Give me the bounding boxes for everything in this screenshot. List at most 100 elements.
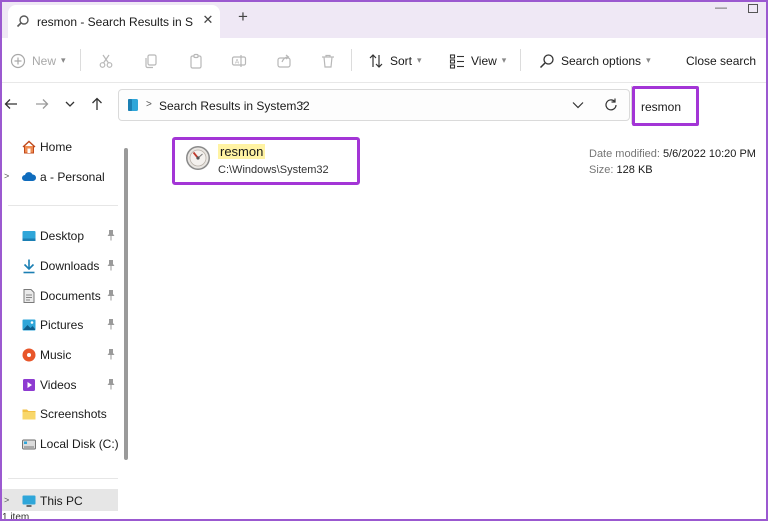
chevron-down-icon[interactable] (571, 99, 585, 111)
result-size: Size: 128 KB (589, 164, 653, 176)
arrow-up-icon (92, 97, 102, 110)
new-label: New (32, 53, 57, 68)
sidebar-item-pictures[interactable]: Pictures (0, 313, 118, 337)
title-bar: resmon - Search Results in Sys ✕ + — (0, 0, 768, 38)
address-bar[interactable]: > Search Results in System32 > (118, 89, 630, 121)
toolbar-divider (80, 49, 81, 71)
sidebar-scrollbar[interactable] (124, 148, 128, 460)
tab-title: resmon - Search Results in Sys (37, 15, 193, 29)
sidebar-item-videos[interactable]: Videos (0, 373, 118, 397)
arrow-left-icon (4, 99, 17, 109)
command-bar: New ▾ A Sort ▾ View ▾ Search options ▾ C… (0, 38, 768, 83)
chevron-down-icon (65, 101, 75, 107)
sidebar-item-home[interactable]: Home (0, 135, 118, 159)
sort-button[interactable]: Sort ▾ (368, 38, 422, 83)
sidebar-item-label: Home (40, 140, 73, 154)
result-path: C:\Windows\System32 (218, 164, 329, 176)
chevron-right-icon[interactable]: > (4, 171, 9, 181)
share-button[interactable] (276, 38, 292, 83)
video-icon (23, 379, 35, 391)
download-icon (23, 259, 35, 274)
desktop-icon (22, 231, 36, 241)
view-button[interactable]: View ▾ (449, 38, 506, 83)
date-modified-value: 5/6/2022 10:20 PM (663, 148, 756, 160)
sidebar-item-personal[interactable]: > a - Personal (0, 165, 118, 189)
clipboard-icon (190, 53, 202, 69)
sidebar-item-downloads[interactable]: Downloads (0, 254, 118, 278)
status-item-count: 1 item (2, 512, 30, 521)
maximize-button[interactable] (748, 4, 758, 13)
pin-icon[interactable] (106, 229, 116, 241)
sidebar-item-music[interactable]: Music (0, 343, 118, 367)
copy-button[interactable] (143, 38, 159, 83)
sort-icon (369, 53, 383, 68)
sidebar-item-label: Music (40, 348, 72, 362)
drive-icon (22, 439, 36, 450)
arrow-right-icon (36, 99, 49, 109)
rename-icon: A (231, 54, 247, 67)
recent-locations-button[interactable] (62, 96, 78, 112)
chevron-right-icon: > (146, 99, 152, 110)
toolbar-divider (351, 49, 352, 71)
new-tab-button[interactable]: + (234, 8, 252, 26)
share-icon (277, 54, 291, 68)
sidebar-item-label: Desktop (40, 229, 85, 243)
search-results-icon (128, 99, 138, 111)
toolbar-divider (520, 49, 521, 71)
close-search-button[interactable]: Close search (686, 38, 756, 83)
pin-icon[interactable] (106, 348, 116, 360)
search-query[interactable]: resmon (641, 100, 681, 114)
close-tab-icon[interactable]: ✕ (200, 12, 216, 28)
result-name[interactable]: resmon (218, 144, 266, 159)
sidebar-item-this-pc[interactable]: > This PC (0, 489, 118, 511)
music-icon (22, 348, 36, 362)
picture-icon (22, 319, 36, 331)
chevron-right-icon[interactable]: > (4, 495, 9, 505)
sidebar-item-documents[interactable]: Documents (0, 284, 118, 308)
paste-button[interactable] (188, 38, 204, 83)
size-label: Size: (589, 164, 614, 176)
size-value: 128 KB (616, 164, 653, 176)
pc-icon (22, 495, 36, 507)
sort-label: Sort (390, 53, 413, 68)
copy-icon (145, 53, 157, 68)
view-icon (449, 53, 464, 69)
date-modified-label: Date modified: (589, 148, 660, 160)
sidebar-item-label: Videos (40, 378, 77, 392)
result-date-modified: Date modified: 5/6/2022 10:20 PM (589, 148, 756, 160)
sidebar-divider (8, 205, 118, 206)
breadcrumb[interactable]: Search Results in System32 (159, 99, 310, 113)
rename-button[interactable]: A (231, 38, 247, 83)
minimize-button[interactable]: — (714, 1, 728, 16)
pin-icon[interactable] (106, 259, 116, 271)
refresh-icon[interactable] (603, 97, 619, 113)
forward-button[interactable] (34, 96, 50, 112)
explorer-tab[interactable]: resmon - Search Results in Sys ✕ (8, 5, 220, 38)
back-button[interactable] (3, 96, 19, 112)
search-icon (16, 15, 29, 28)
sidebar-item-desktop[interactable]: Desktop (0, 224, 118, 248)
sidebar-item-label: Documents (40, 289, 101, 303)
cut-button[interactable] (98, 38, 114, 83)
sidebar-item-screenshots[interactable]: Screenshots (0, 402, 118, 426)
view-label: View (471, 53, 497, 68)
pin-icon[interactable] (106, 289, 116, 301)
chevron-right-icon[interactable]: > (299, 99, 305, 110)
sidebar-item-label: Pictures (40, 318, 84, 332)
chevron-down-icon: ▾ (417, 55, 422, 65)
sidebar-divider (8, 478, 118, 479)
sidebar-item-local-disk[interactable]: Local Disk (C:) (0, 432, 119, 456)
pin-icon[interactable] (106, 318, 116, 330)
sidebar-item-label: a - Personal (40, 170, 105, 184)
scissors-icon (99, 54, 113, 68)
pin-icon[interactable] (106, 378, 116, 390)
sidebar-item-label: Screenshots (40, 407, 107, 421)
cloud-icon (22, 172, 37, 181)
home-icon (22, 140, 36, 154)
new-button[interactable]: New ▾ (10, 38, 66, 83)
search-options-label: Search options (561, 53, 642, 68)
plus-circle-icon (10, 53, 26, 68)
delete-button[interactable] (320, 38, 336, 83)
up-button[interactable] (89, 96, 105, 112)
search-options-button[interactable]: Search options ▾ (539, 38, 651, 83)
